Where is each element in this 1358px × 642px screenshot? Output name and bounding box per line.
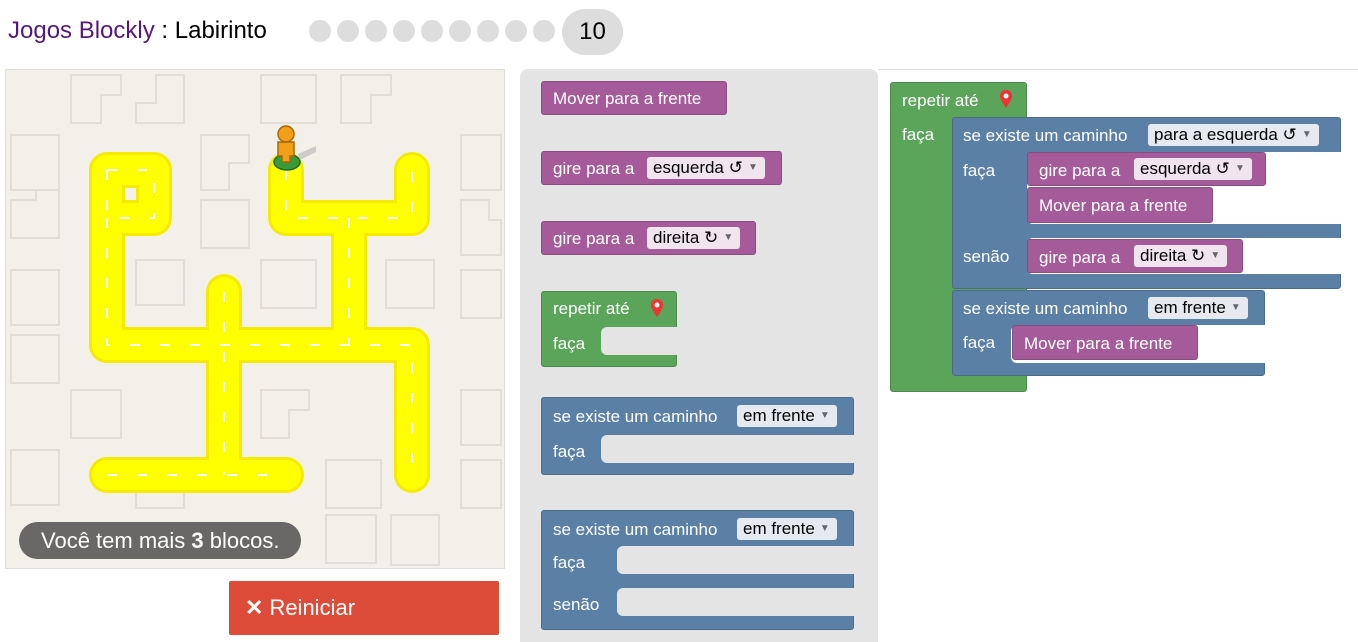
move-forward-label: Mover para a frente: [553, 89, 702, 108]
path-direction-dropdown[interactable]: para a esquerda ↺ ▼: [1148, 124, 1319, 146]
workspace-top-border: [878, 69, 1358, 70]
program-move-forward-block[interactable]: Mover para a frente: [1027, 187, 1213, 223]
marker-icon: [651, 299, 663, 317]
if-path-block[interactable]: se existe um caminho em frente ▼ faça: [541, 397, 855, 475]
direction-value: esquerda ↺: [653, 158, 743, 177]
move-forward-block[interactable]: Mover para a frente: [541, 81, 727, 115]
dropdown-arrow-icon: ▼: [819, 410, 830, 421]
if-path-label: se existe um caminho: [553, 407, 718, 426]
turn-label: gire para a: [1039, 161, 1121, 180]
dropdown-arrow-icon: ▼: [1210, 250, 1221, 261]
path-direction-value: em frente: [1154, 298, 1226, 317]
path-direction-dropdown[interactable]: em frente ▼: [1148, 297, 1248, 319]
program-turn-right-block[interactable]: gire para a direita ↻ ▼: [1027, 239, 1243, 273]
direction-value: direita ↻: [1140, 246, 1206, 265]
statement-slot[interactable]: [601, 327, 677, 355]
pegman-icon: [277, 125, 295, 163]
title-separator: :: [154, 17, 175, 44]
capacity-suffix: blocos.: [203, 528, 280, 553]
do-label: faça: [553, 442, 586, 461]
reset-button-label: Reiniciar: [269, 595, 356, 620]
do-label: faça: [902, 125, 935, 144]
direction-dropdown[interactable]: direita ↻ ▼: [647, 227, 741, 249]
do-label: faça: [553, 553, 586, 572]
direction-dropdown[interactable]: esquerda ↺ ▼: [647, 157, 765, 179]
if-else-path-block[interactable]: se existe um caminho em frente ▼ faça sen…: [541, 510, 855, 630]
direction-dropdown[interactable]: esquerda ↺ ▼: [1134, 158, 1252, 180]
level-5-dot[interactable]: [421, 20, 443, 42]
level-6-dot[interactable]: [449, 20, 471, 42]
path-direction-dropdown[interactable]: em frente ▼: [737, 405, 837, 427]
repeat-until-label: repetir até: [553, 299, 630, 318]
game-name: Labirinto: [174, 17, 267, 44]
statement-slot[interactable]: [601, 435, 855, 463]
dropdown-arrow-icon: ▼: [1301, 129, 1312, 140]
level-7-dot[interactable]: [477, 20, 499, 42]
maze-canvas: Você tem mais 3 blocos.: [5, 69, 505, 569]
level-4-dot[interactable]: [393, 20, 415, 42]
direction-value: esquerda ↺: [1140, 159, 1230, 178]
app-home-link[interactable]: Jogos Blockly: [8, 17, 155, 44]
dropdown-arrow-icon: ▼: [723, 232, 734, 243]
dropdown-arrow-icon: ▼: [819, 523, 830, 534]
repeat-until-block[interactable]: repetir até faça: [541, 291, 677, 367]
turn-right-block[interactable]: gire para a direita ↻ ▼: [541, 221, 756, 255]
else-label: senão: [553, 595, 600, 614]
capacity-bubble: Você tem mais 3 blocos.: [19, 522, 302, 559]
level-2-dot[interactable]: [337, 20, 359, 42]
turn-label: gire para a: [553, 159, 635, 178]
dropdown-arrow-icon: ▼: [747, 162, 758, 173]
path-direction-value: em frente: [743, 406, 815, 425]
path-direction-value: em frente: [743, 519, 815, 538]
else-statement-slot[interactable]: [617, 588, 855, 616]
dropdown-arrow-icon: ▼: [1234, 163, 1245, 174]
level-8-dot[interactable]: [505, 20, 527, 42]
turn-left-block[interactable]: gire para a esquerda ↺ ▼: [541, 151, 782, 185]
do-label: faça: [963, 333, 996, 352]
reset-button[interactable]: ✕ Reiniciar: [229, 581, 499, 635]
repeat-until-label: repetir até: [902, 91, 979, 110]
level-9-dot[interactable]: [533, 20, 555, 42]
move-forward-label: Mover para a frente: [1024, 334, 1173, 353]
move-forward-label: Mover para a frente: [1039, 196, 1188, 215]
path-direction-value: para a esquerda ↺: [1154, 125, 1297, 144]
level-1-dot[interactable]: [309, 20, 331, 42]
direction-value: direita ↻: [653, 228, 719, 247]
current-level-badge[interactable]: 10: [562, 9, 623, 55]
else-label: senão: [963, 247, 1010, 266]
toolbox-flyout: Mover para a frente gire para a esquerda…: [520, 69, 878, 642]
if-path-label: se existe um caminho: [963, 299, 1128, 318]
marker-icon: [1000, 90, 1012, 108]
if-path-label: se existe um caminho: [963, 126, 1128, 145]
program-move-forward-block-2[interactable]: Mover para a frente: [1012, 325, 1198, 360]
dropdown-arrow-icon: ▼: [1230, 302, 1241, 313]
turn-label: gire para a: [1039, 248, 1121, 267]
capacity-count: 3: [191, 528, 204, 553]
maze-map: [10, 74, 502, 566]
capacity-prefix: Você tem mais: [41, 528, 192, 553]
page-title: Jogos Blockly : Labirinto: [8, 17, 267, 45]
program-turn-left-block[interactable]: gire para a esquerda ↺ ▼: [1027, 152, 1266, 186]
direction-dropdown[interactable]: direita ↻ ▼: [1134, 245, 1228, 267]
close-icon: ✕: [245, 595, 264, 620]
do-label: faça: [963, 161, 996, 180]
path-direction-dropdown[interactable]: em frente ▼: [737, 518, 837, 540]
statement-slot[interactable]: [617, 546, 855, 574]
turn-label: gire para a: [553, 229, 635, 248]
do-label: faça: [553, 334, 586, 353]
if-path-label: se existe um caminho: [553, 520, 718, 539]
level-3-dot[interactable]: [365, 20, 387, 42]
